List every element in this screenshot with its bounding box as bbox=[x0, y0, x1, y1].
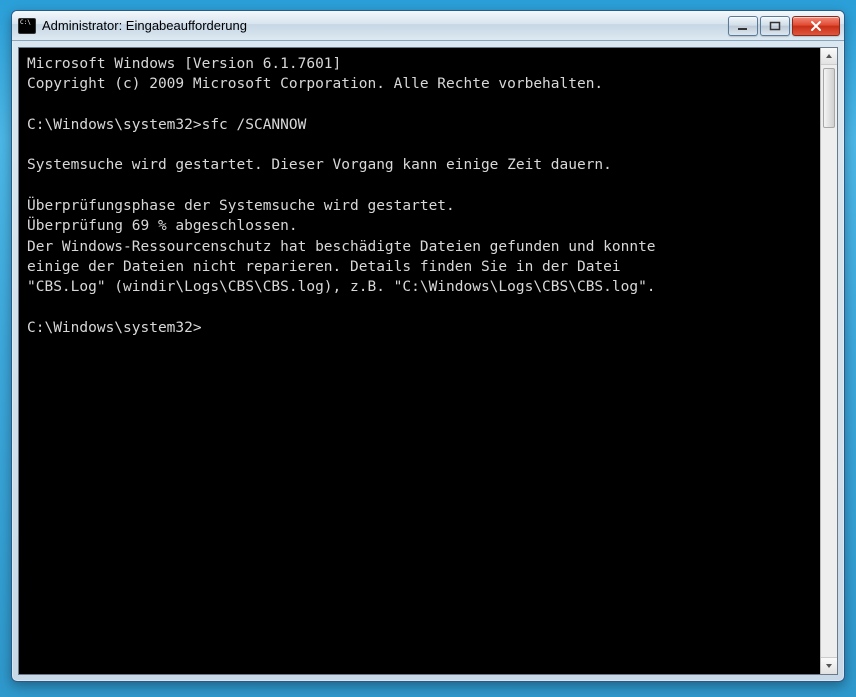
console-frame: Microsoft Windows [Version 6.1.7601] Cop… bbox=[12, 41, 844, 681]
window-controls bbox=[728, 16, 842, 36]
scroll-down-button[interactable] bbox=[821, 657, 837, 674]
close-button[interactable] bbox=[792, 16, 840, 36]
maximize-button[interactable] bbox=[760, 16, 790, 36]
chevron-down-icon bbox=[825, 663, 833, 669]
console: Microsoft Windows [Version 6.1.7601] Cop… bbox=[18, 47, 838, 675]
command-prompt-window: Administrator: Eingabeaufforderung Micro… bbox=[11, 10, 845, 682]
minimize-icon bbox=[737, 21, 749, 31]
titlebar[interactable]: Administrator: Eingabeaufforderung bbox=[12, 11, 844, 41]
cmd-icon bbox=[18, 18, 36, 34]
close-icon bbox=[809, 20, 823, 32]
maximize-icon bbox=[769, 21, 781, 31]
minimize-button[interactable] bbox=[728, 16, 758, 36]
scroll-thumb[interactable] bbox=[823, 68, 835, 128]
vertical-scrollbar[interactable] bbox=[820, 48, 837, 674]
chevron-up-icon bbox=[825, 53, 833, 59]
window-title: Administrator: Eingabeaufforderung bbox=[42, 18, 728, 33]
scroll-up-button[interactable] bbox=[821, 48, 837, 65]
scroll-track[interactable] bbox=[821, 65, 837, 657]
console-output[interactable]: Microsoft Windows [Version 6.1.7601] Cop… bbox=[19, 48, 820, 674]
